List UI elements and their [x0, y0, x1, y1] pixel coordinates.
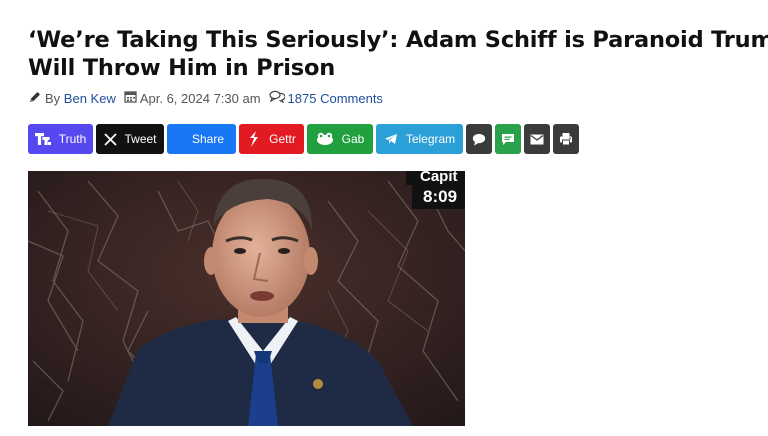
comments-link[interactable]: 1875 Comments	[288, 91, 383, 106]
print-icon	[559, 132, 573, 146]
hero-photo-illustration	[28, 171, 465, 426]
share-gab-label: Gab	[341, 132, 365, 146]
x-logo-icon	[103, 132, 117, 146]
share-telegram-label: Telegram	[405, 132, 456, 146]
truth-social-icon	[34, 132, 51, 146]
pencil-icon	[28, 90, 42, 107]
share-gettr-label: Gettr	[269, 132, 296, 146]
share-facebook-label: Share	[191, 132, 224, 146]
share-gab-button[interactable]: Gab	[307, 124, 373, 154]
author-link[interactable]: Ben Kew	[64, 91, 116, 106]
share-comment-button[interactable]	[466, 124, 492, 154]
telegram-icon	[384, 133, 398, 145]
date-text: Apr. 6, 2024 7:30 am	[139, 90, 261, 106]
email-icon	[530, 134, 544, 145]
sms-icon	[501, 133, 515, 146]
article-hero-image: Capit 8:09	[28, 171, 465, 426]
share-tweet-label: Tweet	[124, 132, 157, 146]
share-tweet-button[interactable]: Tweet	[96, 124, 164, 154]
headline-line-2: Will Throw Him in Prison	[28, 55, 336, 81]
share-bar: Truth Tweet Share Gettr Gab Telegram	[28, 124, 579, 154]
comment-icon	[472, 133, 486, 146]
article-meta: By Ben Kew Apr. 6, 2024 7:30 am 1875 Com…	[28, 88, 391, 108]
share-email-button[interactable]	[524, 124, 550, 154]
headline-line-1: ‘We’re Taking This Seriously’: Adam Schi…	[28, 27, 768, 53]
gettr-icon	[247, 130, 261, 148]
byline: By Ben Kew	[28, 90, 116, 107]
share-gettr-button[interactable]: Gettr	[239, 124, 304, 154]
share-truth-label: Truth	[58, 132, 87, 146]
share-truth-button[interactable]: Truth	[28, 124, 93, 154]
share-facebook-button[interactable]: Share	[167, 124, 236, 154]
share-sms-button[interactable]	[495, 124, 521, 154]
share-telegram-button[interactable]: Telegram	[376, 124, 463, 154]
byline-prefix: By	[45, 90, 61, 106]
article-headline: ‘We’re Taking This Seriously’: Adam Schi…	[28, 26, 768, 82]
calendar-icon	[124, 90, 137, 106]
chyron-time: 8:09	[423, 187, 458, 206]
gab-frog-icon	[316, 132, 334, 146]
comments-count[interactable]: 1875 Comments	[268, 90, 383, 106]
share-print-button[interactable]	[553, 124, 579, 154]
comment-bubbles-icon	[268, 90, 286, 106]
chyron-label: Capit	[420, 171, 458, 185]
publish-date: Apr. 6, 2024 7:30 am	[124, 90, 261, 106]
